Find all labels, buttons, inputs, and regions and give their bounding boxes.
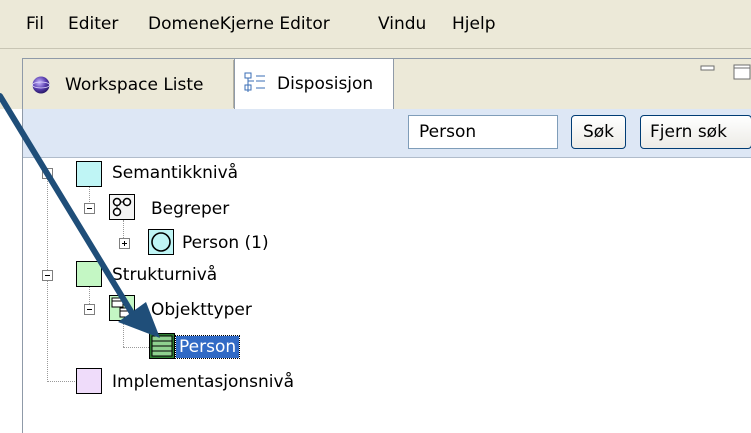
maximize-icon[interactable]	[733, 64, 751, 80]
expand-objekttyper-toggle[interactable]	[84, 304, 95, 315]
tree-node-objekttyper[interactable]: Objekttyper	[151, 299, 252, 321]
globe-icon	[32, 76, 50, 94]
tree-guide	[47, 381, 75, 382]
tree-guide	[123, 347, 149, 348]
expand-strukturniva-toggle[interactable]	[42, 270, 53, 281]
expand-semantikkniva-toggle[interactable]	[42, 168, 53, 179]
search-input[interactable]	[408, 115, 558, 149]
menu-domenekjerne-editor[interactable]: DomeneKjerne Editor	[148, 13, 330, 35]
tab-disposisjon[interactable]: Disposisjon	[234, 58, 394, 110]
tab-workspace-liste-label: Workspace Liste	[65, 75, 204, 95]
tree-node-begreper[interactable]: Begreper	[151, 198, 229, 220]
tree-node-person-concept[interactable]: Person (1)	[182, 232, 269, 254]
menubar: Fil Editer DomeneKjerne Editor Vindu Hje…	[0, 0, 751, 49]
tree-node-implementasjonsniva[interactable]: Implementasjonsnivå	[112, 371, 294, 393]
tree-guide	[123, 320, 124, 347]
menu-editer[interactable]: Editer	[68, 13, 118, 35]
outline-tree: Semantikknivå Begreper Person (1) Strukt…	[23, 158, 751, 432]
clear-search-button[interactable]: Fjern søk	[640, 115, 751, 149]
outline-icon	[244, 72, 265, 92]
tab-workspace-liste[interactable]: Workspace Liste	[23, 60, 234, 108]
tree-node-semantikkniva[interactable]: Semantikknivå	[112, 162, 238, 184]
concept-network-icon	[109, 194, 135, 220]
object-type-table-icon	[149, 333, 175, 359]
level-box-icon	[76, 368, 102, 394]
expand-person-concept-toggle[interactable]	[119, 238, 130, 249]
tree-node-strukturniva[interactable]: Strukturnivå	[112, 264, 217, 286]
tab-disposisjon-label: Disposisjon	[277, 74, 374, 94]
menu-vindu[interactable]: Vindu	[378, 13, 426, 35]
level-box-icon	[76, 261, 102, 287]
concept-circle-icon	[148, 229, 174, 255]
menu-hjelp[interactable]: Hjelp	[452, 13, 495, 35]
level-box-icon	[76, 161, 102, 187]
search-button[interactable]: Søk	[571, 115, 626, 149]
minimize-icon[interactable]	[700, 64, 716, 74]
menu-fil[interactable]: Fil	[26, 13, 44, 35]
object-types-icon	[109, 295, 135, 321]
expand-begreper-toggle[interactable]	[84, 203, 95, 214]
tree-node-person-object-selected[interactable]: Person	[174, 335, 241, 359]
